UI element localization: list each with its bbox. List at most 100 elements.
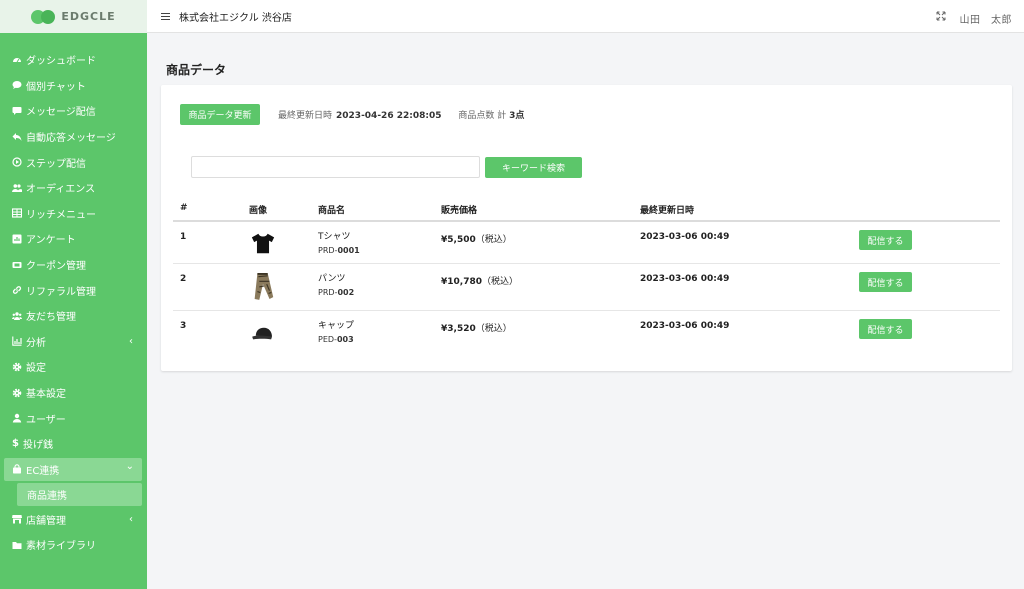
topbar: 株式会社エジクル 渋谷店 山田 太郎 xyxy=(147,0,1024,33)
row-num: 3 xyxy=(180,321,187,331)
sidebar-item-message[interactable]: メッセージ配信 xyxy=(0,98,147,124)
cap-icon xyxy=(249,319,277,349)
product-data-card: 商品データ更新 最終更新日時 2023-04-26 22:08:05 商品点数 計… xyxy=(161,85,1012,371)
sidebar-nav: ダッシュボード 個別チャット メッセージ配信 自動応答メッセージ ステップ配信 … xyxy=(0,47,147,558)
product-name-text: パンツ xyxy=(318,274,346,284)
sidebar-item-label: 素材ライブラリ xyxy=(26,541,96,553)
sidebar-item-coupon[interactable]: クーポン管理 xyxy=(0,252,147,278)
update-products-button[interactable]: 商品データ更新 xyxy=(180,104,260,125)
sidebar-item-settings[interactable]: 設定 xyxy=(0,354,147,380)
sidebar-item-referral[interactable]: リファラル管理 xyxy=(0,277,147,303)
sidebar-item-ec[interactable]: EC連携 ⌄ xyxy=(4,457,142,481)
sidebar-item-label: 友だち管理 xyxy=(26,312,76,324)
sidebar-item-survey[interactable]: アンケート xyxy=(0,226,147,252)
sidebar-item-rich-menu[interactable]: リッチメニュー xyxy=(0,201,147,227)
keyword-search-button[interactable]: キーワード検索 xyxy=(485,157,582,178)
sidebar-item-label: アンケート xyxy=(26,235,76,247)
sidebar-item-audience[interactable]: オーディエンス xyxy=(0,175,147,201)
message-icon xyxy=(12,106,22,116)
logo[interactable]: EDGCLE xyxy=(0,0,147,33)
product-name: パンツ PRD-002 xyxy=(318,273,354,299)
product-name-text: Tシャツ xyxy=(318,232,351,242)
users-icon xyxy=(12,183,22,193)
sidebar-item-label: EC連携 xyxy=(26,465,60,477)
product-code: PRD-0001 xyxy=(318,246,360,255)
product-count-label: 商品点数 計 xyxy=(458,111,510,121)
header-num: # xyxy=(180,203,188,213)
last-updated-value: 2023-04-26 22:08:05 xyxy=(336,111,442,121)
link-icon xyxy=(12,285,22,295)
product-updated: 2023-03-06 00:49 xyxy=(640,321,730,331)
fullscreen-icon[interactable] xyxy=(936,11,946,21)
chevron-down-icon: ⌄ xyxy=(125,460,134,472)
sidebar-item-label: リファラル管理 xyxy=(26,286,96,298)
sidebar-item-step[interactable]: ステップ配信 xyxy=(0,149,147,175)
sidebar-item-label: リッチメニュー xyxy=(26,209,96,221)
chat-bubble-icon xyxy=(12,80,22,90)
tshirt-icon xyxy=(249,228,277,258)
table-row: 3 キャップ PED-003 ¥3,520（税込） 2023-03-06 00:… xyxy=(173,311,1000,358)
sidebar-item-basic-settings[interactable]: 基本設定 xyxy=(0,380,147,406)
product-code: PRD-002 xyxy=(318,288,355,297)
sidebar-item-analytics[interactable]: 分析 ‹ xyxy=(0,329,147,355)
header-image: 画像 xyxy=(249,206,268,216)
sidebar-item-tipping[interactable]: $ 投げ銭 xyxy=(0,431,147,457)
distribute-button[interactable]: 配信する xyxy=(859,230,912,250)
store-name: 株式会社エジクル 渋谷店 xyxy=(179,12,292,24)
sidebar-item-users[interactable]: ユーザー xyxy=(0,405,147,431)
sidebar-item-label: クーポン管理 xyxy=(26,261,86,273)
chart-icon xyxy=(12,336,22,347)
product-name: Tシャツ PRD-0001 xyxy=(318,231,360,257)
sidebar-item-label: 個別チャット xyxy=(26,81,86,93)
product-updated: 2023-03-06 00:49 xyxy=(640,274,730,284)
user-icon xyxy=(12,413,22,423)
folder-icon xyxy=(12,540,22,550)
dashboard-icon xyxy=(12,55,22,65)
sidebar-item-dashboard[interactable]: ダッシュボード xyxy=(0,47,147,73)
product-price: ¥5,500（税込） xyxy=(441,235,512,245)
friends-icon xyxy=(12,311,22,321)
keyword-search-input[interactable] xyxy=(191,156,480,178)
sidebar-item-label: 商品連携 xyxy=(27,490,67,502)
header-price: 販売価格 xyxy=(441,206,478,216)
product-updated: 2023-03-06 00:49 xyxy=(640,232,730,242)
product-name: キャップ PED-003 xyxy=(318,320,354,346)
table-row: 2 パンツ PRD-002 ¥10,780（税込） 2023-03-06 00:… xyxy=(173,264,1000,311)
sidebar-item-label: 自動応答メッセージ xyxy=(26,133,116,145)
sidebar-item-label: ステップ配信 xyxy=(26,158,86,170)
sidebar-item-friends[interactable]: 友だち管理 xyxy=(0,303,147,329)
chevron-left-icon: ‹ xyxy=(129,513,133,525)
logo-text: EDGCLE xyxy=(61,10,116,23)
sidebar-item-label: オーディエンス xyxy=(26,184,96,196)
poll-icon xyxy=(12,234,22,244)
product-count-unit: 点 xyxy=(515,111,525,121)
logo-mark-icon xyxy=(31,9,56,24)
sidebar-item-asset-library[interactable]: 素材ライブラリ xyxy=(0,532,147,558)
hamburger-menu-icon[interactable] xyxy=(161,12,170,20)
table-icon xyxy=(12,208,22,218)
row-num: 2 xyxy=(180,274,187,284)
table-row: 1 Tシャツ PRD-0001 ¥5,500（税込） 2023-03-06 00… xyxy=(173,222,1000,264)
sidebar-item-auto-reply[interactable]: 自動応答メッセージ xyxy=(0,124,147,150)
header-updated: 最終更新日時 xyxy=(640,206,695,216)
sidebar-item-label: ユーザー xyxy=(26,414,66,426)
last-updated-label: 最終更新日時 xyxy=(278,111,333,121)
store-icon xyxy=(12,514,22,524)
sidebar: EDGCLE ダッシュボード 個別チャット メッセージ配信 自動応答メッセージ … xyxy=(0,0,147,589)
sidebar-item-store[interactable]: 店舗管理 ‹ xyxy=(0,507,147,533)
table-header: # 画像 商品名 販売価格 最終更新日時 xyxy=(173,196,1000,222)
update-meta: 最終更新日時 2023-04-26 22:08:05 商品点数 計 3点 xyxy=(278,108,524,121)
sidebar-subitem-product-sync[interactable]: 商品連携 xyxy=(17,482,142,506)
sidebar-item-label: 分析 xyxy=(26,337,46,349)
distribute-button[interactable]: 配信する xyxy=(859,319,912,339)
user-name[interactable]: 山田 太郎 xyxy=(960,11,1013,26)
chevron-left-icon: ‹ xyxy=(129,335,133,347)
sidebar-item-chat[interactable]: 個別チャット xyxy=(0,73,147,99)
bag-icon xyxy=(12,464,22,474)
distribute-button[interactable]: 配信する xyxy=(859,272,912,292)
sidebar-item-label: メッセージ配信 xyxy=(26,107,96,119)
product-price: ¥3,520（税込） xyxy=(441,324,512,334)
gear-icon xyxy=(12,388,22,398)
sidebar-item-label: 基本設定 xyxy=(26,389,66,401)
ticket-icon xyxy=(12,260,22,270)
